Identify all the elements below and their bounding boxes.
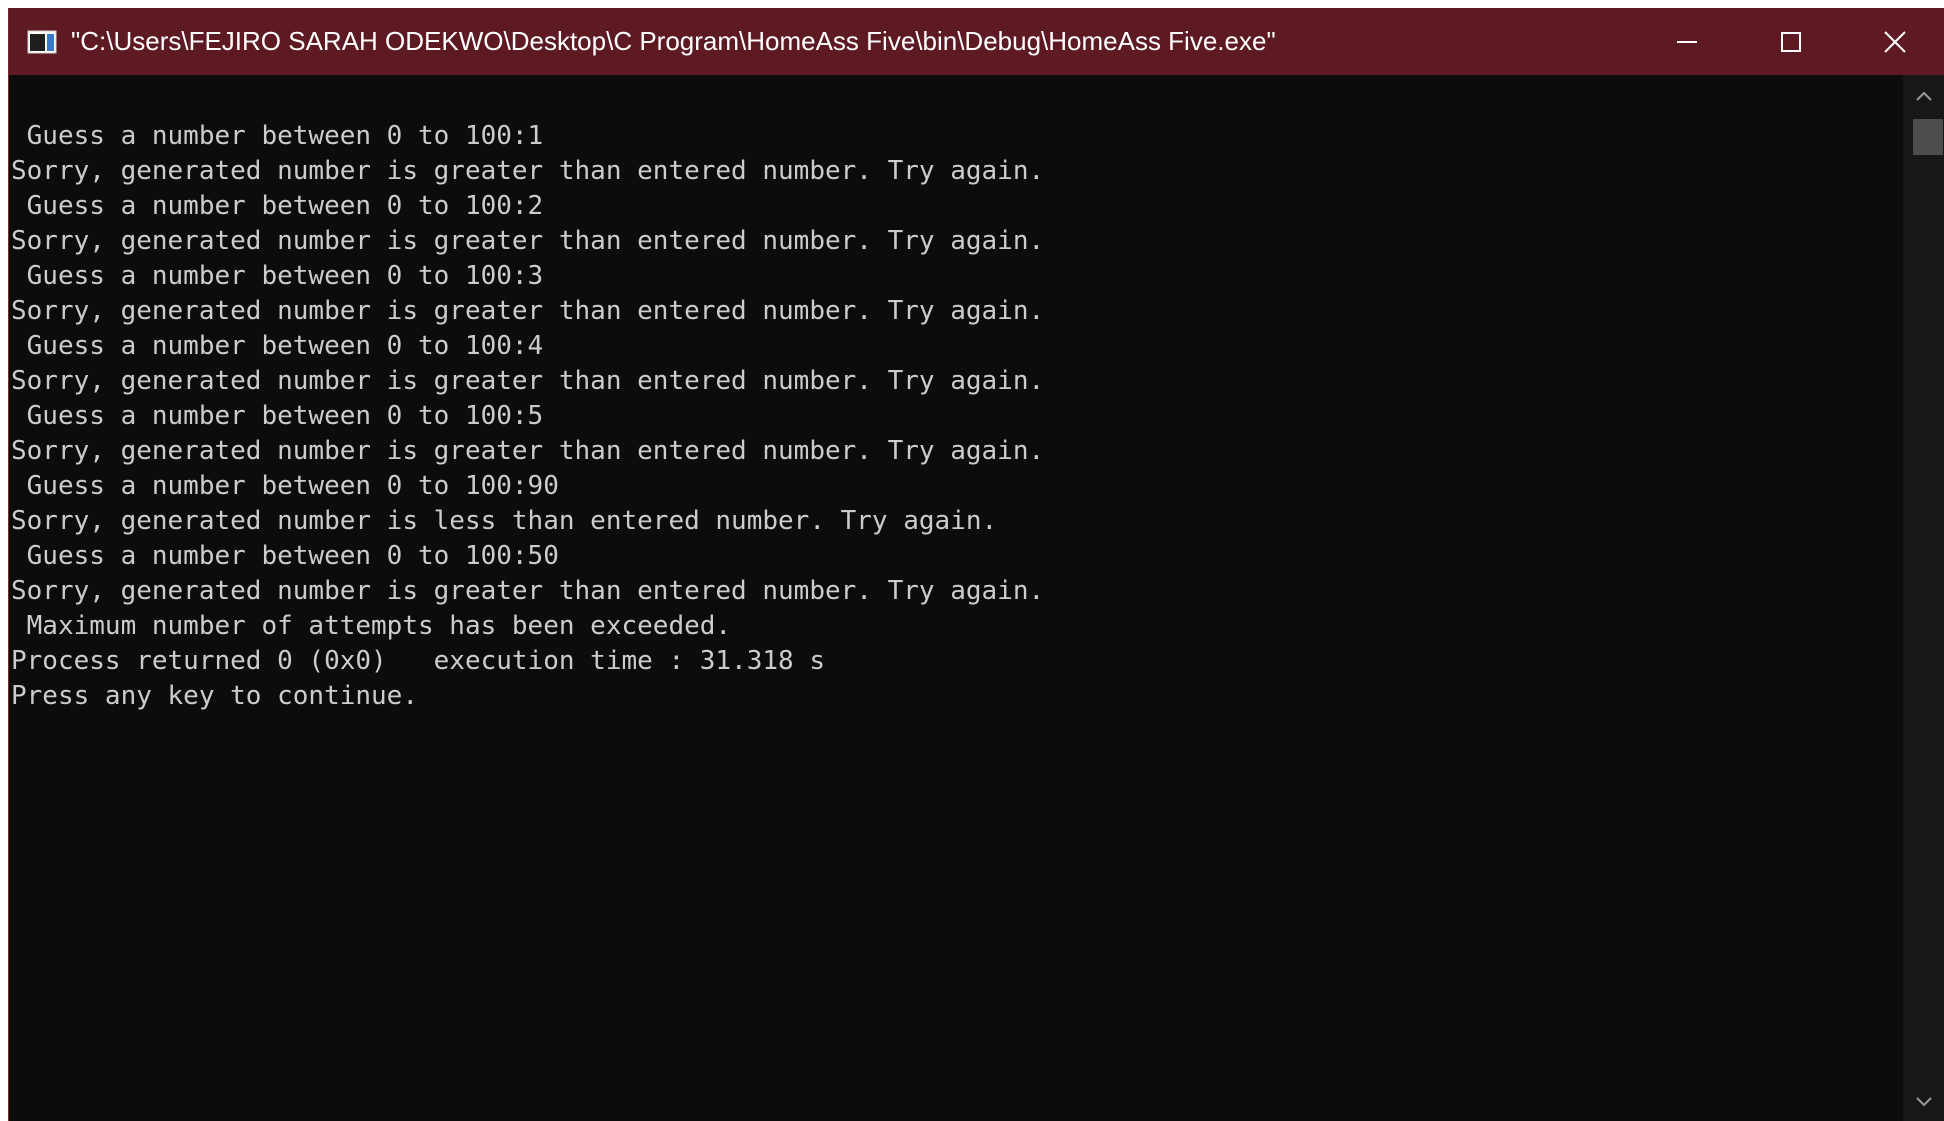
- chevron-up-icon: [1915, 89, 1933, 107]
- console-line: Guess a number between 0 to 100:2: [11, 191, 544, 221]
- minimize-icon: [1676, 31, 1698, 53]
- console-line: Guess a number between 0 to 100:50: [11, 541, 559, 571]
- console-output: Guess a number between 0 to 100:1 Sorry, …: [11, 119, 1044, 714]
- console-line: Sorry, generated number is greater than …: [11, 226, 1045, 256]
- maximize-button[interactable]: [1741, 8, 1841, 75]
- close-button[interactable]: [1845, 8, 1944, 75]
- chevron-down-icon: [1915, 1095, 1933, 1113]
- console-app-icon[interactable]: [27, 30, 57, 54]
- console-line: Guess a number between 0 to 100:1: [11, 121, 544, 151]
- minimize-button[interactable]: [1637, 8, 1737, 75]
- console-line: Sorry, generated number is greater than …: [11, 296, 1045, 326]
- console-line: Press any key to continue.: [11, 681, 418, 711]
- scroll-up-button[interactable]: [1911, 87, 1937, 109]
- console-window: "C:\Users\FEJIRO SARAH ODEKWO\Desktop\C …: [8, 8, 1944, 1121]
- title-bar[interactable]: "C:\Users\FEJIRO SARAH ODEKWO\Desktop\C …: [9, 8, 1944, 75]
- console-line: Guess a number between 0 to 100:3: [11, 261, 544, 291]
- scroll-down-button[interactable]: [1911, 1093, 1937, 1115]
- console-output-area[interactable]: Guess a number between 0 to 100:1 Sorry, …: [9, 75, 1903, 1121]
- console-line: Process returned 0 (0x0) execution time …: [11, 646, 825, 676]
- console-line: Sorry, generated number is greater than …: [11, 436, 1045, 466]
- console-line: Sorry, generated number is greater than …: [11, 366, 1045, 396]
- maximize-icon: [1780, 31, 1802, 53]
- console-line: Sorry, generated number is less than ent…: [11, 506, 998, 536]
- console-line: Guess a number between 0 to 100:4: [11, 331, 544, 361]
- vertical-scrollbar[interactable]: [1903, 75, 1944, 1121]
- window-title: "C:\Users\FEJIRO SARAH ODEKWO\Desktop\C …: [71, 26, 1276, 56]
- console-line: Sorry, generated number is greater than …: [11, 156, 1045, 186]
- close-icon: [1883, 30, 1907, 54]
- console-line: Guess a number between 0 to 100:5: [11, 401, 544, 431]
- scrollbar-thumb[interactable]: [1913, 119, 1943, 155]
- console-line: Guess a number between 0 to 100:90: [11, 471, 559, 501]
- console-line: Sorry, generated number is greater than …: [11, 576, 1045, 606]
- console-line: Maximum number of attempts has been exce…: [11, 611, 732, 641]
